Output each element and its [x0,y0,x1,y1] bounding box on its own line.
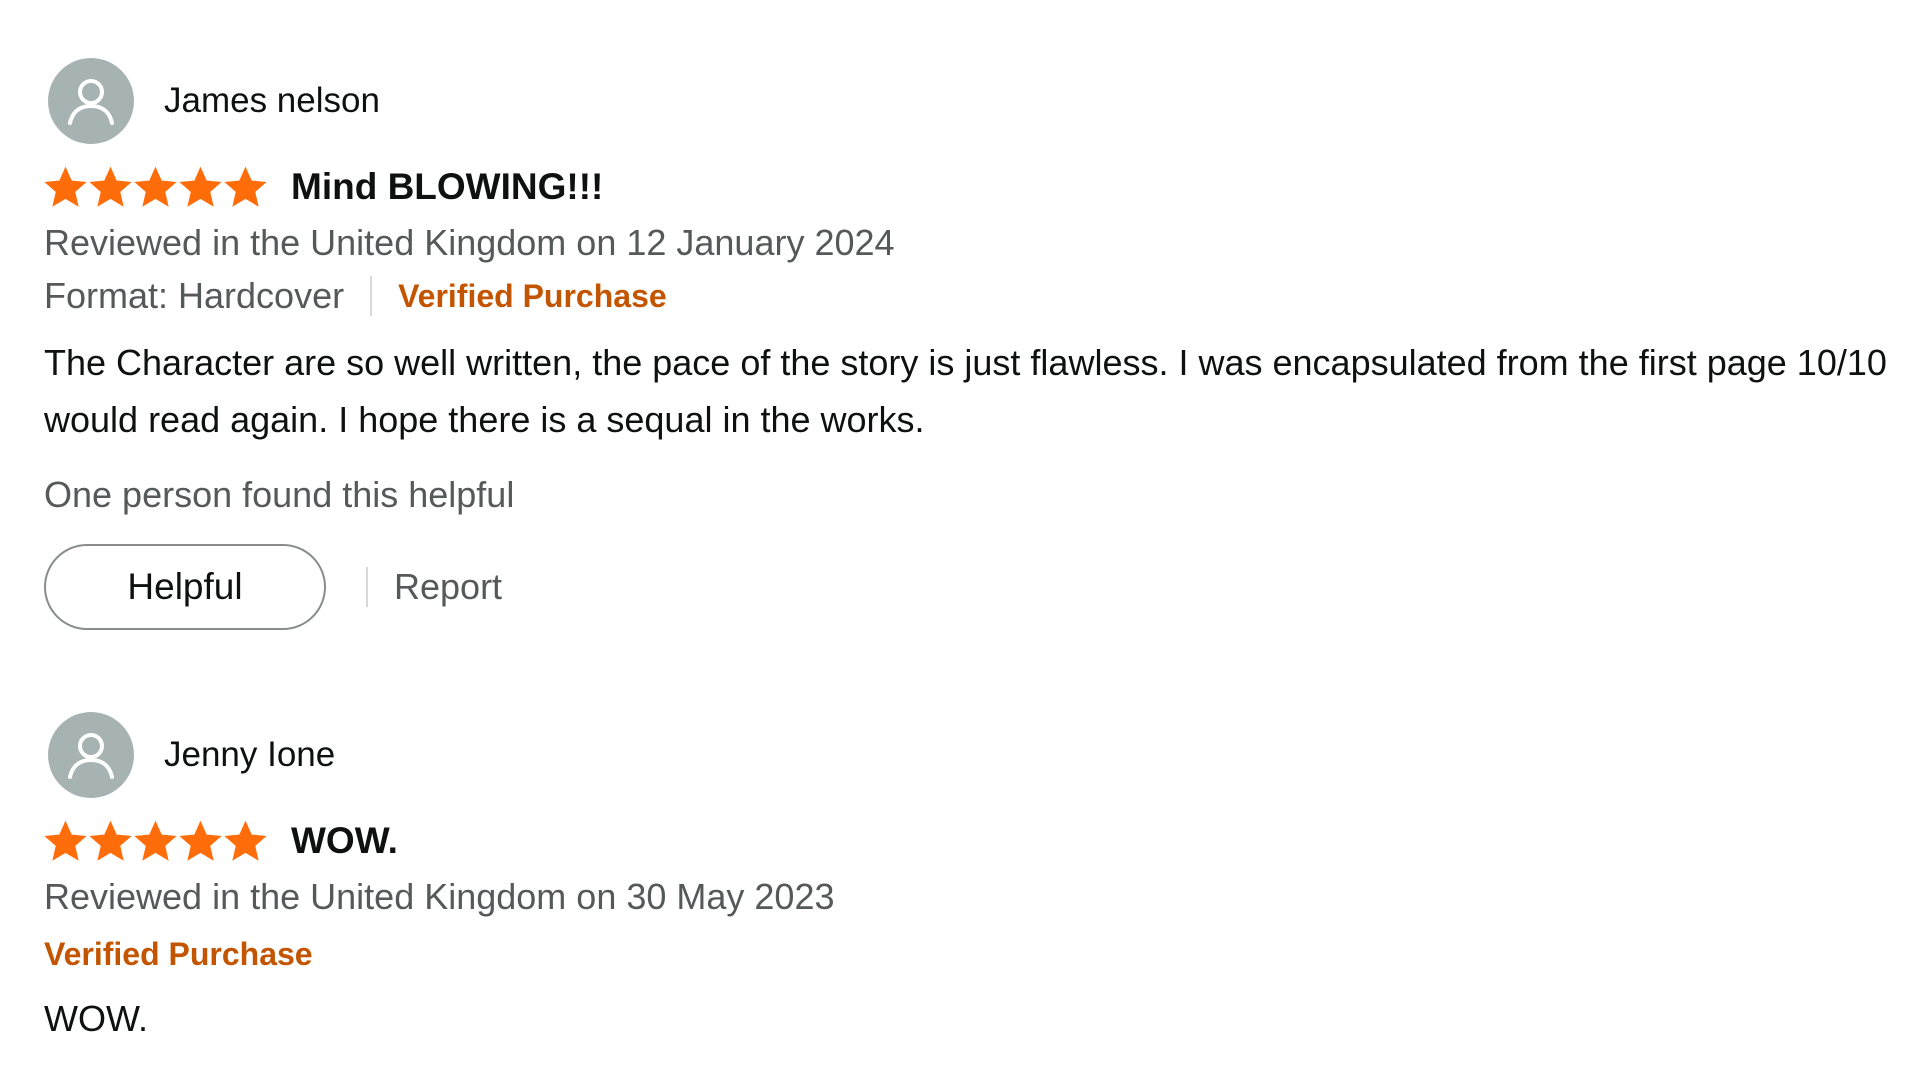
review-item: James nelson Mind BLOWING!!! Reviewed in… [44,58,1904,630]
review-body: WOW. [44,998,148,1039]
user-avatar-icon [48,712,134,798]
verified-purchase-badge: Verified Purchase [398,277,667,314]
review-date: Reviewed in the United Kingdom on 12 Jan… [44,222,895,263]
review-title[interactable]: Mind BLOWING!!! [291,166,603,208]
star-icon [134,820,177,861]
star-icon [224,820,267,861]
star-icon [89,166,132,207]
reviewer-profile[interactable]: Jenny Ione [44,712,1904,798]
star-rating[interactable] [44,820,267,863]
verified-purchase-badge: Verified Purchase [44,936,313,972]
star-icon [179,166,222,207]
report-link[interactable]: Report [394,566,502,608]
star-icon [89,820,132,861]
review-title-row: Mind BLOWING!!! [44,162,1904,212]
star-rating[interactable] [44,166,267,209]
review-body: The Character are so well written, the p… [44,342,1887,440]
helpful-button[interactable]: Helpful [44,544,326,630]
review-date: Reviewed in the United Kingdom on 30 May… [44,876,835,917]
reviewer-name[interactable]: James nelson [164,81,380,121]
reviews-page: James nelson Mind BLOWING!!! Reviewed in… [0,0,1920,1080]
review-title[interactable]: WOW. [291,820,398,862]
star-icon [44,166,87,207]
helpful-count: One person found this helpful [44,474,515,515]
review-item: Jenny Ione WOW. Reviewed in the United K… [44,712,1904,1047]
meta-divider [370,276,373,316]
actions-divider [366,567,368,607]
review-title-row: WOW. [44,816,1904,866]
star-icon [134,166,177,207]
star-icon [179,820,222,861]
reviewer-name[interactable]: Jenny Ione [164,735,335,775]
format-label[interactable]: Format: Hardcover [44,275,344,317]
review-actions: Helpful Report [44,544,1904,630]
star-icon [224,166,267,207]
review-meta-row: Format: Hardcover Verified Purchase [44,268,1904,324]
user-avatar-icon [48,58,134,144]
reviewer-profile[interactable]: James nelson [44,58,1904,144]
star-icon [44,820,87,861]
